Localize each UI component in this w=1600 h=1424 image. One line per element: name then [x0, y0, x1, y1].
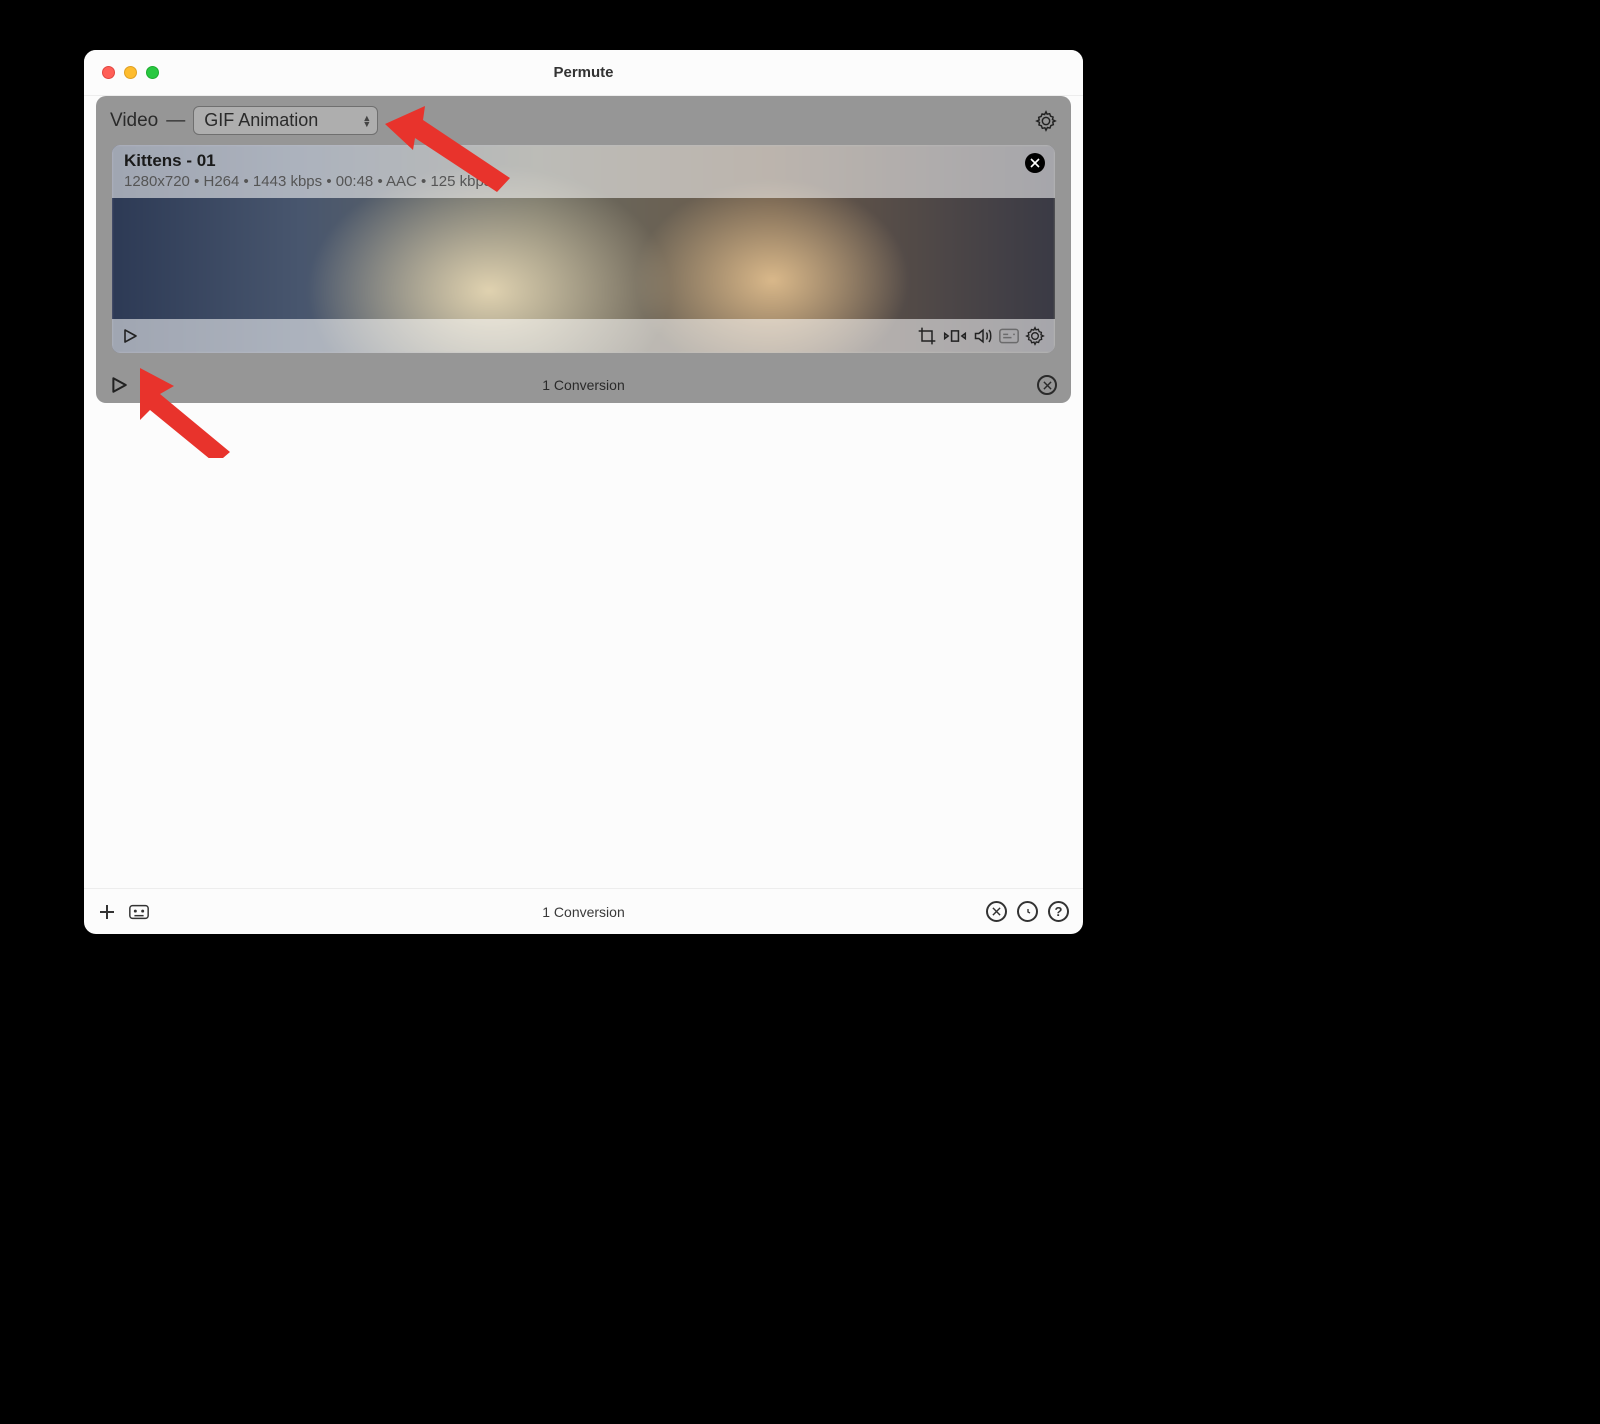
rotate-icon	[943, 326, 967, 346]
item-toolbar	[112, 319, 1055, 353]
preview-play-button[interactable]	[122, 328, 138, 344]
close-icon	[992, 907, 1001, 916]
question-icon: ?	[1055, 904, 1063, 919]
cancel-all-button[interactable]	[986, 901, 1007, 922]
separator: —	[166, 110, 185, 132]
crop-icon	[917, 326, 937, 346]
help-button[interactable]: ?	[1048, 901, 1069, 922]
panel-footer: 1 Conversion	[96, 367, 1071, 403]
close-icon	[1043, 381, 1052, 390]
clock-icon	[1022, 906, 1034, 918]
play-icon	[110, 376, 128, 394]
add-button[interactable]	[98, 903, 116, 921]
gear-icon	[1035, 110, 1057, 132]
conversion-panel: Video — GIF Animation ▲▼ Kittens - 01 12…	[96, 96, 1071, 403]
close-icon	[1030, 158, 1040, 168]
volume-icon	[973, 326, 993, 346]
subtitles-button[interactable]	[999, 328, 1019, 344]
panel-status: 1 Conversion	[96, 377, 1071, 393]
crop-button[interactable]	[917, 326, 937, 346]
category-label: Video	[110, 110, 158, 132]
rotate-button[interactable]	[943, 326, 967, 346]
item-settings-button[interactable]	[1025, 326, 1045, 346]
plus-icon	[98, 903, 116, 921]
app-window: Permute Video — GIF Animation ▲▼ Kittens…	[84, 50, 1083, 934]
panel-settings-button[interactable]	[1035, 110, 1057, 132]
footer-status: 1 Conversion	[84, 904, 1083, 920]
gear-icon	[1025, 326, 1045, 346]
window-footer: 1 Conversion ?	[84, 888, 1083, 934]
titlebar: Permute	[84, 50, 1083, 96]
select-stepper-icon: ▲▼	[362, 115, 371, 127]
start-conversion-button[interactable]	[110, 376, 128, 394]
format-select-value: GIF Animation	[204, 110, 318, 131]
subtitles-icon	[999, 328, 1019, 344]
panel-header: Video — GIF Animation ▲▼	[96, 96, 1071, 145]
close-window-button[interactable]	[102, 66, 115, 79]
clear-panel-button[interactable]	[1037, 375, 1057, 395]
window-controls	[84, 66, 159, 79]
zoom-window-button[interactable]	[146, 66, 159, 79]
play-icon	[122, 328, 138, 344]
item-title: Kittens - 01	[124, 151, 1043, 171]
presets-button[interactable]	[128, 903, 150, 921]
media-item: Kittens - 01 1280x720 • H264 • 1443 kbps…	[112, 145, 1055, 353]
minimize-window-button[interactable]	[124, 66, 137, 79]
volume-button[interactable]	[973, 326, 993, 346]
robot-icon	[128, 903, 150, 921]
window-title: Permute	[84, 64, 1083, 81]
history-button[interactable]	[1017, 901, 1038, 922]
format-select[interactable]: GIF Animation ▲▼	[193, 106, 378, 135]
remove-item-button[interactable]	[1025, 153, 1045, 173]
item-header: Kittens - 01 1280x720 • H264 • 1443 kbps…	[112, 145, 1055, 198]
item-meta: 1280x720 • H264 • 1443 kbps • 00:48 • AA…	[124, 173, 1043, 190]
